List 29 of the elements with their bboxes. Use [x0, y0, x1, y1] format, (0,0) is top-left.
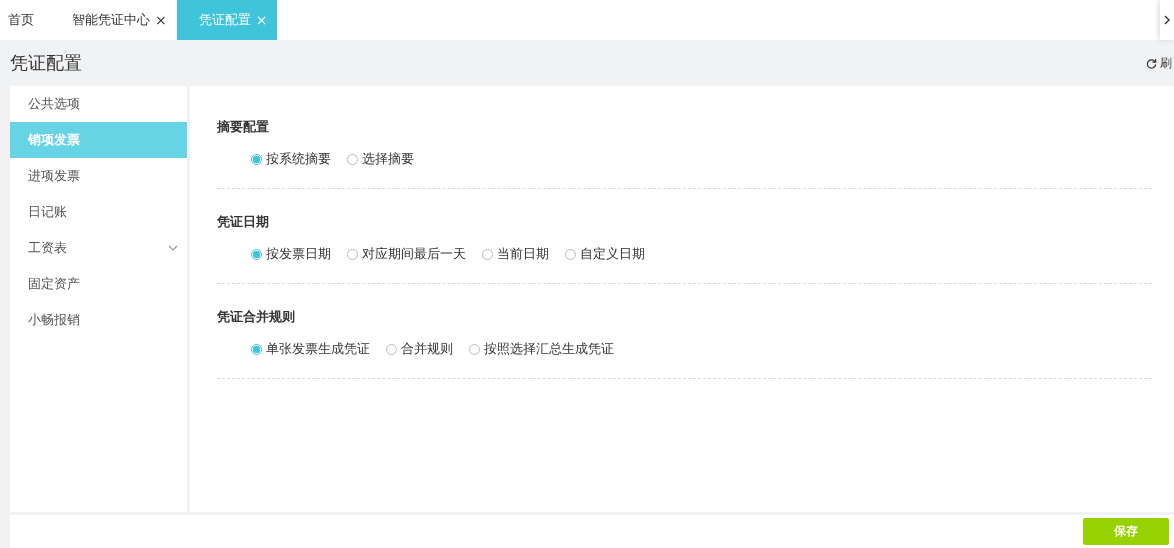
scroll-right-button[interactable] — [1160, 0, 1174, 40]
radio-option[interactable]: 按系统摘要 — [251, 150, 331, 168]
tab[interactable]: 智能凭证中心 × — [62, 0, 177, 40]
radio-option[interactable]: 合并规则 — [386, 340, 453, 358]
sidebar-item[interactable]: 公共选项 — [10, 86, 187, 122]
radio-option[interactable]: 对应期间最后一天 — [347, 245, 466, 263]
radio-option[interactable]: 按照选择汇总生成凭证 — [469, 340, 614, 358]
radio-button[interactable] — [251, 343, 262, 355]
sidebar-item[interactable]: 工资表 — [10, 230, 187, 266]
radio-option[interactable]: 按发票日期 — [251, 245, 331, 263]
radio-button[interactable] — [251, 153, 262, 165]
tab[interactable]: 首页 — [0, 0, 62, 40]
chevron-right-icon — [1163, 15, 1171, 25]
sidebar-item[interactable]: 日记账 — [10, 194, 187, 230]
page-title: 凭证配置 — [10, 51, 82, 75]
radio-button[interactable] — [251, 248, 262, 260]
refresh-icon — [1146, 57, 1157, 69]
radio-option[interactable]: 单张发票生成凭证 — [251, 340, 370, 358]
sidebar-item[interactable]: 固定资产 — [10, 266, 187, 302]
refresh-button[interactable]: 刷 — [1146, 54, 1174, 72]
sidebar-item[interactable]: 进项发票 — [10, 158, 187, 194]
sidebar-item[interactable]: 小畅报销 — [10, 302, 187, 338]
section-title: 摘要配置 — [217, 118, 270, 136]
section-title: 凭证日期 — [217, 213, 270, 231]
section-title: 凭证合并规则 — [217, 308, 296, 326]
radio-option[interactable]: 自定义日期 — [565, 245, 645, 263]
radio-option[interactable]: 当前日期 — [482, 245, 549, 263]
radio-option[interactable]: 选择摘要 — [347, 150, 414, 168]
close-tab-button[interactable]: × — [155, 12, 167, 28]
